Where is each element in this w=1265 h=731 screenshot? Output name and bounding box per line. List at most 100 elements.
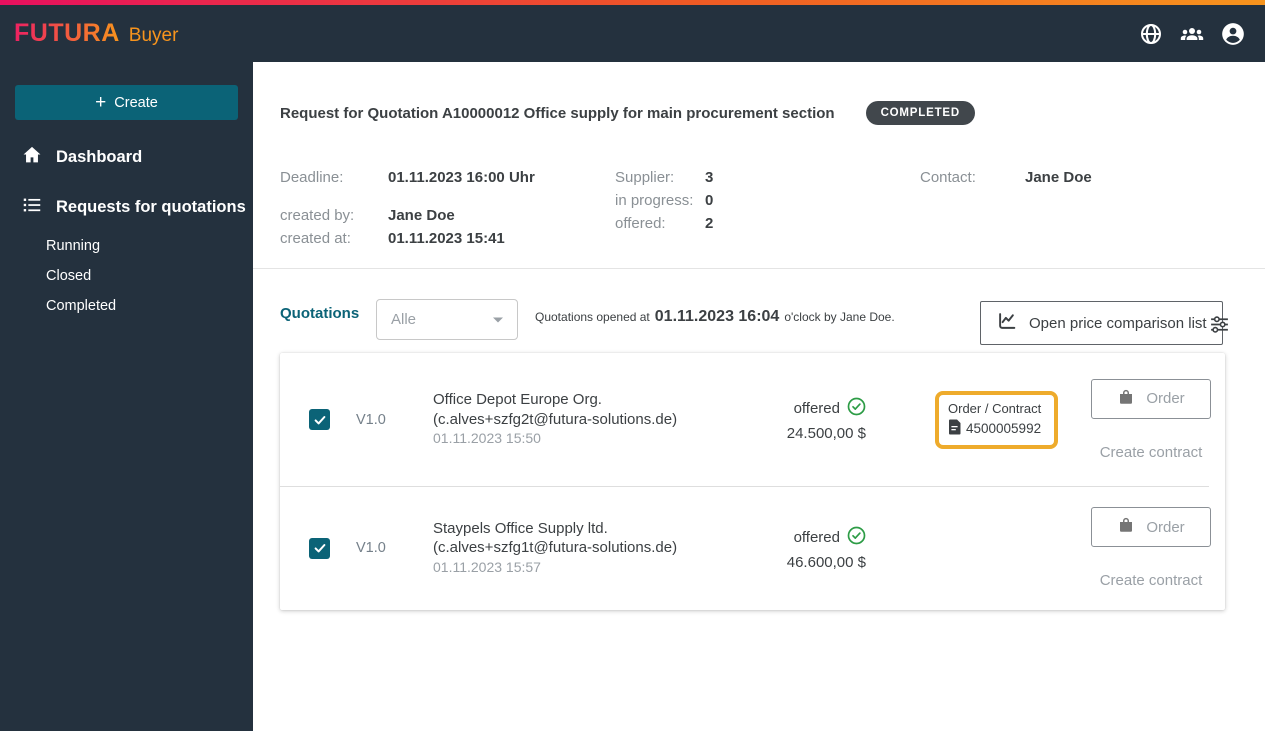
deadline-value: 01.11.2023 16:00 Uhr: [388, 169, 535, 186]
row-checkbox-cell: [280, 409, 356, 430]
sidebar-item-requests-for-quotations[interactable]: Requests for quotations: [0, 190, 253, 224]
sidebar-item-running[interactable]: Running: [0, 231, 253, 261]
page-title: Request for Quotation A10000012 Office s…: [280, 104, 835, 122]
shopping-bag-icon: [1117, 388, 1135, 410]
sidebar: + Create Dashboard Requests for quotatio…: [0, 62, 253, 731]
offered-count-row: offered: 2: [615, 214, 713, 234]
created-by-value: Jane Doe: [388, 207, 455, 224]
opened-suffix: o'clock by Jane Doe.: [784, 310, 895, 324]
quotation-version: V1.0: [356, 411, 386, 428]
create-button-label: Create: [114, 94, 158, 111]
sidebar-subitem-label: Completed: [46, 298, 117, 314]
create-contract-link[interactable]: Create contract: [1100, 444, 1203, 461]
quotation-row: V1.0 Staypels Office Supply ltd. (c.alve…: [280, 487, 1225, 609]
quotation-row: V1.0 Office Depot Europe Org. (c.alves+s…: [280, 353, 1225, 486]
created-at-label: created at:: [280, 230, 351, 247]
offer-status-cell: offered 24.500,00 $: [733, 397, 866, 442]
users-icon[interactable]: [1178, 20, 1206, 48]
filter-selected-value: Alle: [391, 311, 417, 328]
shopping-bag-icon: [1117, 516, 1135, 538]
supplier-email: (c.alves+szfg2t@futura-solutions.de): [433, 410, 678, 428]
created-by-row: created by: Jane Doe: [280, 206, 535, 226]
order-contract-highlight-box[interactable]: Order / Contract 4500005992: [935, 390, 1058, 449]
order-button[interactable]: Order: [1091, 378, 1211, 419]
quotations-card: V1.0 Office Depot Europe Org. (c.alves+s…: [280, 353, 1225, 610]
offered-label: offered:: [615, 215, 666, 232]
list-icon: [21, 194, 43, 221]
order-actions-cell: Order Create contract: [1091, 378, 1211, 461]
app-logo: FUTURA Buyer: [14, 19, 178, 48]
supplier-info: Office Depot Europe Org. (c.alves+szfg2t…: [433, 390, 733, 449]
main-content: Request for Quotation A10000012 Office s…: [253, 62, 1265, 731]
supplier-count-row: Supplier: 3: [615, 168, 713, 188]
price-comparison-label: Open price comparison list: [1029, 314, 1207, 332]
offer-price: 46.600,00 $: [786, 553, 866, 571]
offered-count: 2: [705, 215, 714, 232]
sidebar-item-label: Dashboard: [56, 147, 143, 166]
created-at-row: created at: 01.11.2023 15:41: [280, 229, 535, 249]
supplier-email: (c.alves+szfg1t@futura-solutions.de): [433, 539, 678, 557]
created-by-label: created by:: [280, 207, 355, 224]
request-details-dates: Deadline: 01.11.2023 16:00 Uhr created b…: [280, 168, 535, 249]
home-icon: [21, 144, 43, 171]
quotation-version: V1.0: [356, 540, 386, 556]
opened-prefix: Quotations opened at: [535, 310, 650, 324]
quotations-section-label: Quotations: [280, 305, 360, 322]
contract-label: Order / Contract: [948, 400, 1042, 416]
order-button[interactable]: Order: [1091, 507, 1211, 547]
app-window: FUTURA Buyer + Create Dashboard Requests…: [0, 0, 1265, 731]
create-button[interactable]: + Create: [15, 85, 238, 120]
request-header: Request for Quotation A10000012 Office s…: [280, 101, 975, 125]
order-actions-cell: Order Create contract: [1091, 507, 1211, 589]
sidebar-item-completed[interactable]: Completed: [0, 291, 253, 321]
sidebar-item-label: Requests for quotations: [56, 197, 246, 216]
check-circle-icon: [847, 397, 866, 420]
chart-line-icon: [996, 310, 1018, 336]
quotations-filter-select[interactable]: Alle: [376, 299, 518, 340]
contact-row: Contact: Jane Doe: [920, 168, 1092, 188]
supplier-name: Staypels Office Supply ltd.: [433, 519, 608, 537]
order-button-label: Order: [1146, 390, 1185, 407]
supplier-info: Staypels Office Supply ltd. (c.alves+szf…: [433, 519, 733, 578]
offer-price: 24.500,00 $: [786, 425, 866, 442]
document-icon: [948, 419, 962, 438]
account-icon[interactable]: [1219, 20, 1247, 48]
brand-product: Buyer: [128, 25, 179, 46]
sidebar-item-closed[interactable]: Closed: [0, 261, 253, 291]
chevron-down-icon: [492, 311, 504, 329]
submitted-date: 01.11.2023 15:50: [433, 430, 541, 447]
check-circle-icon: [847, 526, 866, 549]
checkbox-checked[interactable]: [309, 537, 330, 559]
contact-label: Contact:: [920, 169, 976, 186]
deadline-label: Deadline:: [280, 169, 344, 186]
top-navigation-bar: FUTURA Buyer: [0, 5, 1265, 62]
plus-icon: +: [95, 92, 107, 113]
request-details-contact: Contact: Jane Doe: [920, 168, 1092, 188]
filter-tune-icon[interactable]: [1207, 312, 1231, 336]
row-checkbox-cell: [280, 537, 356, 559]
order-button-label: Order: [1146, 518, 1185, 536]
status-badge: COMPLETED: [865, 101, 975, 125]
checkbox-checked[interactable]: [309, 409, 330, 430]
opened-datetime: 01.11.2023 16:04: [654, 308, 780, 325]
in-progress-label: in progress:: [615, 192, 694, 209]
open-price-comparison-button[interactable]: Open price comparison list: [980, 301, 1223, 345]
brand-name: FUTURA: [14, 19, 120, 47]
offer-status-text: offered: [793, 400, 840, 417]
globe-icon[interactable]: [1137, 20, 1165, 48]
contact-value: Jane Doe: [1025, 169, 1092, 186]
sidebar-subitem-label: Closed: [46, 268, 92, 284]
section-divider: [253, 268, 1265, 269]
submitted-date: 01.11.2023 15:57: [433, 558, 541, 575]
sidebar-subitem-label: Running: [46, 238, 101, 254]
create-contract-link[interactable]: Create contract: [1100, 572, 1203, 589]
quotations-opened-text: Quotations opened at 01.11.2023 16:04 o'…: [535, 308, 895, 326]
created-at-value: 01.11.2023 15:41: [388, 230, 505, 247]
supplier-label: Supplier:: [615, 169, 675, 186]
sidebar-item-dashboard[interactable]: Dashboard: [0, 140, 253, 174]
supplier-name: Office Depot Europe Org.: [433, 391, 602, 409]
contract-number[interactable]: 4500005992: [966, 421, 1041, 436]
request-details-counts: Supplier: 3 in progress: 0 offered: 2: [615, 168, 713, 237]
in-progress-count: 0: [705, 192, 714, 209]
deadline-row: Deadline: 01.11.2023 16:00 Uhr: [280, 168, 535, 188]
